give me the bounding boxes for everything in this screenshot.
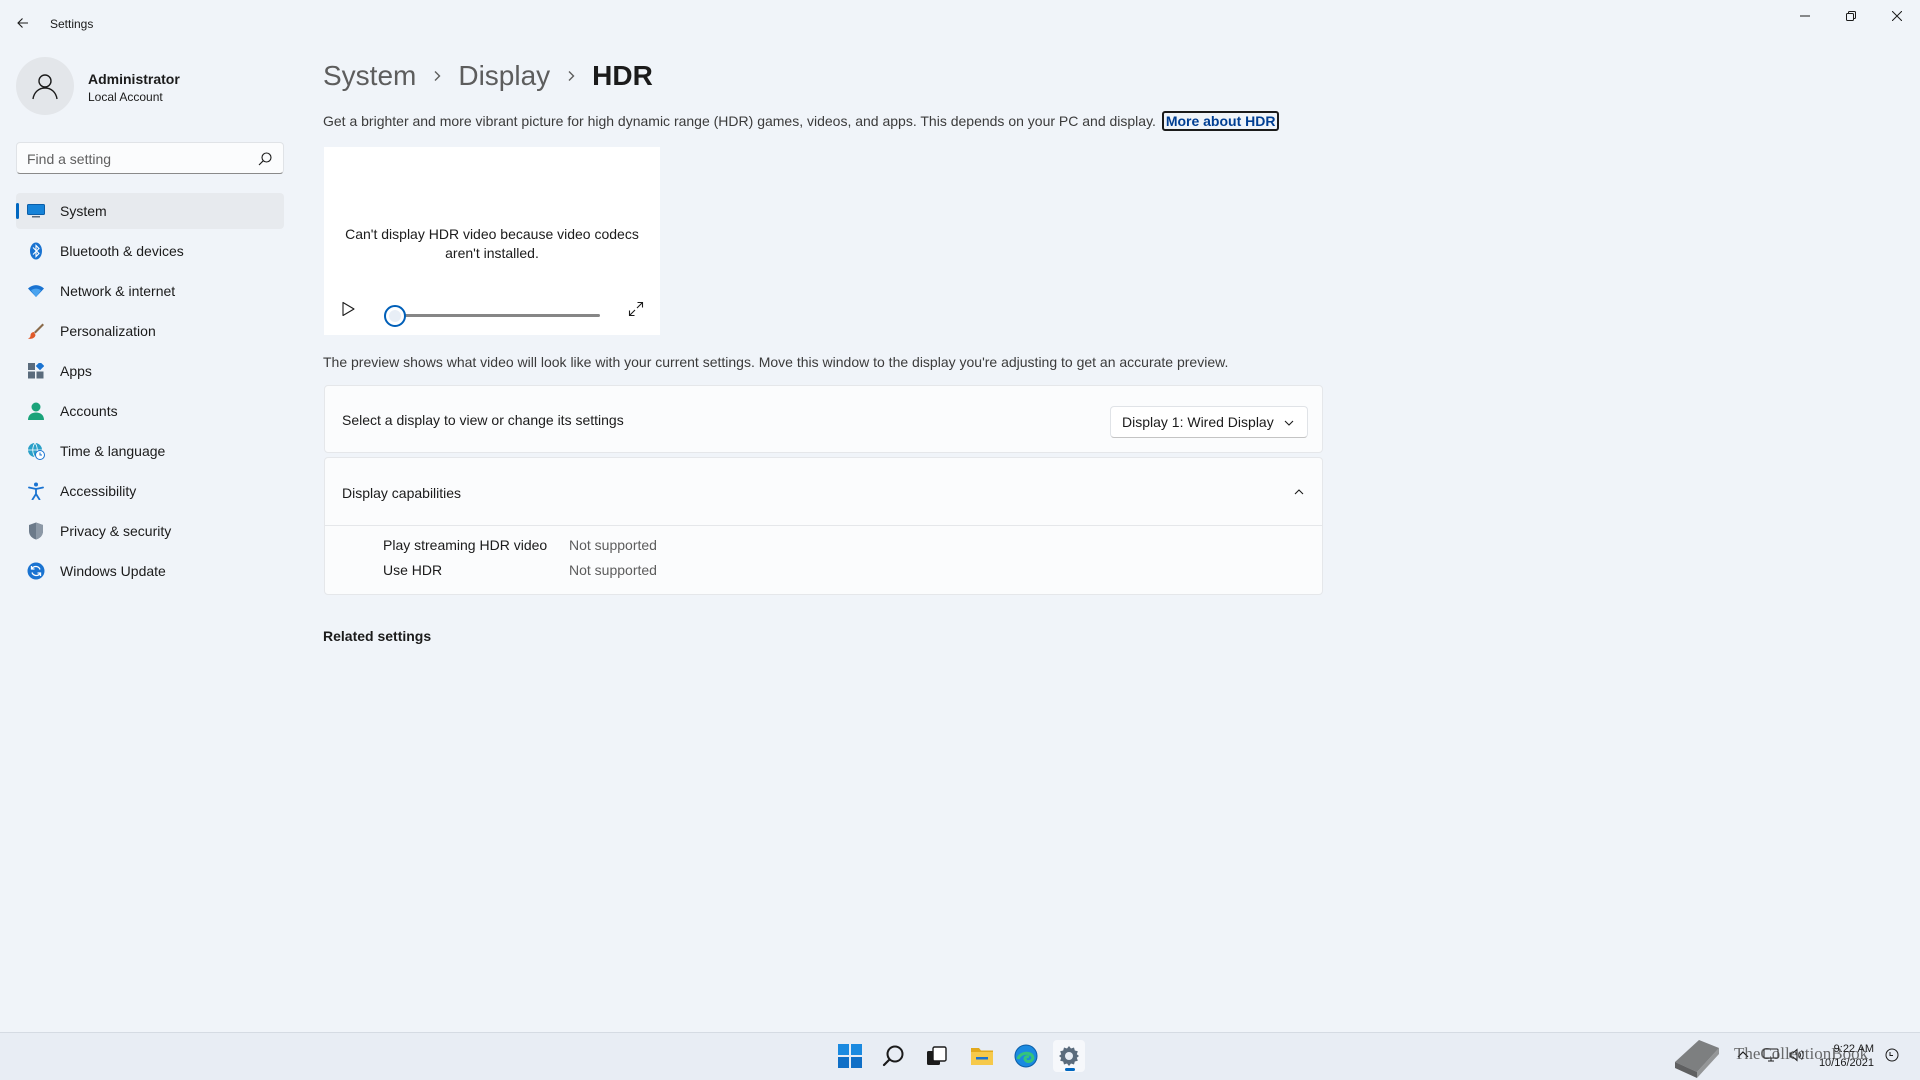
- more-about-hdr-link[interactable]: More about HDR: [1161, 111, 1280, 131]
- chevron-right-icon: [566, 70, 576, 82]
- sidebar-item-time-language[interactable]: Time & language: [16, 433, 284, 469]
- restore-icon: [1846, 11, 1856, 21]
- breadcrumb-display[interactable]: Display: [458, 60, 550, 92]
- seek-slider-thumb[interactable]: [384, 305, 406, 327]
- person-icon: [26, 401, 46, 421]
- display-dropdown[interactable]: Display 1: Wired Display: [1110, 406, 1308, 438]
- hdr-video-preview: Can't display HDR video because video co…: [324, 147, 660, 335]
- app-title: Settings: [50, 17, 94, 31]
- minimize-icon: [1800, 15, 1810, 17]
- sidebar-item-label: Windows Update: [60, 563, 166, 579]
- capability-row: Use HDR Not supported: [383, 562, 657, 582]
- capability-name: Use HDR: [383, 562, 443, 578]
- seek-track[interactable]: [386, 314, 600, 317]
- sidebar-item-privacy-security[interactable]: Privacy & security: [16, 513, 284, 549]
- shield-icon: [26, 521, 46, 541]
- breadcrumb-system[interactable]: System: [323, 60, 416, 92]
- sidebar-item-label: Privacy & security: [60, 523, 172, 539]
- play-button[interactable]: [338, 299, 358, 319]
- minimize-button[interactable]: [1782, 0, 1828, 32]
- settings-icon[interactable]: [1053, 1040, 1085, 1072]
- wifi-icon: [26, 281, 46, 301]
- user-profile[interactable]: Administrator Local Account: [16, 57, 286, 117]
- avatar: [16, 57, 74, 115]
- sidebar-item-bluetooth[interactable]: Bluetooth & devices: [16, 233, 284, 269]
- active-app-indicator: [1065, 1068, 1075, 1071]
- preview-message: Can't display HDR video because video co…: [345, 226, 639, 261]
- display-dropdown-value: Display 1: Wired Display: [1122, 414, 1274, 430]
- person-avatar-icon: [32, 74, 58, 100]
- close-icon: [1892, 11, 1902, 21]
- capability-value: Not supported: [569, 537, 657, 553]
- sidebar-nav: System Bluetooth & devices Network & int…: [16, 193, 284, 593]
- search-input[interactable]: [27, 149, 247, 169]
- globe-clock-icon: [26, 441, 46, 461]
- book-logo-icon: [1675, 1040, 1719, 1078]
- breadcrumb: System Display HDR: [323, 56, 653, 96]
- page-title: HDR: [592, 60, 653, 91]
- play-icon: [342, 301, 355, 317]
- search-box[interactable]: [16, 142, 284, 174]
- chevron-up-icon[interactable]: [1293, 486, 1305, 498]
- sidebar-item-label: Accounts: [60, 403, 118, 419]
- taskbar: [0, 1032, 1920, 1080]
- close-button[interactable]: [1874, 0, 1920, 32]
- bluetooth-icon: [26, 241, 46, 261]
- chevron-down-icon: [1284, 420, 1294, 426]
- sidebar-item-label: System: [60, 203, 107, 219]
- sidebar-item-label: Personalization: [60, 323, 156, 339]
- search-icon[interactable]: [878, 1040, 910, 1072]
- sidebar-item-accessibility[interactable]: Accessibility: [16, 473, 284, 509]
- fullscreen-button[interactable]: [626, 299, 646, 319]
- sidebar-item-apps[interactable]: Apps: [16, 353, 284, 389]
- file-explorer-icon[interactable]: [966, 1040, 998, 1072]
- sidebar-item-label: Time & language: [60, 443, 166, 459]
- task-view-icon[interactable]: [921, 1040, 953, 1072]
- back-arrow-icon: [17, 18, 28, 28]
- sidebar-item-label: Bluetooth & devices: [60, 243, 184, 259]
- sidebar-item-accounts[interactable]: Accounts: [16, 393, 284, 429]
- sidebar-item-system[interactable]: System: [16, 193, 284, 229]
- select-display-label: Select a display to view or change its s…: [342, 412, 624, 428]
- profile-account-type: Local Account: [88, 90, 163, 104]
- chevron-right-icon: [432, 70, 442, 82]
- display-capabilities-title: Display capabilities: [342, 485, 462, 501]
- title-bar: Settings: [0, 0, 1920, 48]
- preview-note: The preview shows what video will look l…: [323, 354, 1229, 370]
- display-capabilities-card: Display capabilities Play streaming HDR …: [324, 457, 1323, 595]
- sidebar-item-personalization[interactable]: Personalization: [16, 313, 284, 349]
- notification-icon[interactable]: [1881, 1044, 1903, 1066]
- capability-name: Play streaming HDR video: [383, 537, 548, 553]
- sidebar-item-label: Apps: [60, 363, 92, 379]
- brush-icon: [26, 321, 46, 341]
- sidebar-item-windows-update[interactable]: Windows Update: [16, 553, 284, 589]
- system-display-icon: [26, 201, 46, 221]
- clock-time[interactable]: 9:22 AM: [1830, 1043, 1874, 1055]
- back-button[interactable]: [12, 12, 34, 34]
- clock-date[interactable]: 10/16/2021: [1818, 1057, 1874, 1069]
- sidebar-item-label: Network & internet: [60, 283, 176, 299]
- restore-button[interactable]: [1828, 0, 1874, 32]
- apps-icon: [26, 361, 46, 381]
- related-settings-heading: Related settings: [323, 628, 432, 644]
- capability-row: Play streaming HDR video Not supported: [383, 537, 657, 557]
- select-display-card: Select a display to view or change its s…: [324, 385, 1323, 453]
- profile-name: Administrator: [88, 71, 180, 87]
- start-icon[interactable]: [834, 1040, 866, 1072]
- sidebar-item-label: Accessibility: [60, 483, 137, 499]
- search-icon[interactable]: [257, 151, 273, 167]
- fullscreen-icon: [628, 301, 644, 317]
- description-text: Get a brighter and more vibrant picture …: [323, 113, 1156, 129]
- display-capabilities-header[interactable]: Display capabilities: [325, 458, 1322, 526]
- hdr-description: Get a brighter and more vibrant picture …: [323, 111, 1280, 131]
- update-icon: [26, 561, 46, 581]
- accessibility-icon: [26, 481, 46, 501]
- capability-value: Not supported: [569, 562, 657, 578]
- sidebar-item-network[interactable]: Network & internet: [16, 273, 284, 309]
- edge-icon[interactable]: [1010, 1040, 1042, 1072]
